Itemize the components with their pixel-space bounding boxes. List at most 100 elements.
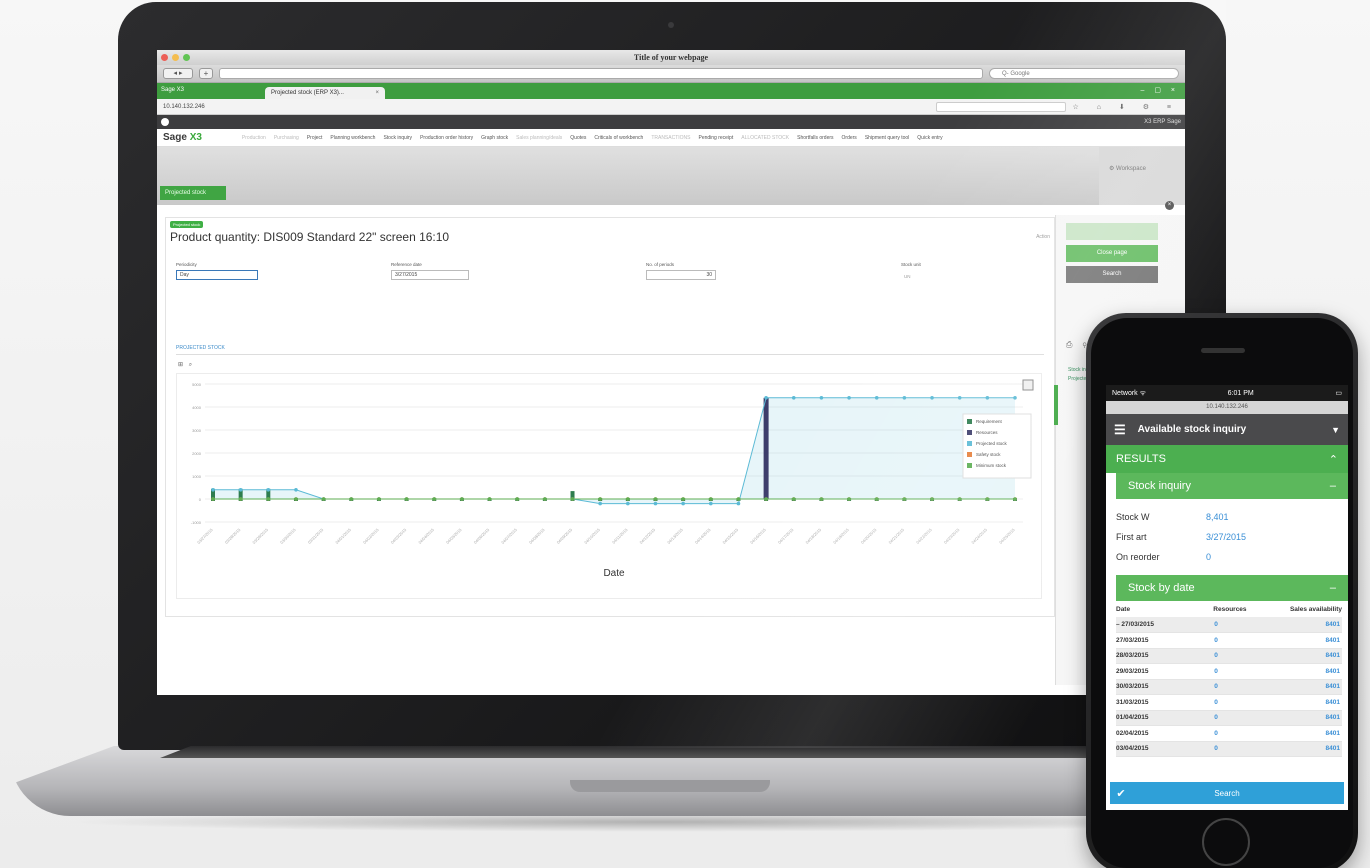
menu-item[interactable]: Quotes: [570, 135, 586, 141]
window-title: Title of your webpage: [633, 53, 709, 62]
cell-avail[interactable]: 8401: [1246, 694, 1342, 711]
table-row[interactable]: 30/03/2015 0 8401: [1116, 679, 1342, 695]
close-panel-icon[interactable]: ×: [1165, 201, 1174, 210]
hamburger-menu-icon[interactable]: ☰: [1114, 422, 1126, 438]
reference-date-field[interactable]: 3/27/2015: [391, 270, 469, 280]
app-logo-icon: [161, 118, 169, 126]
cell-res[interactable]: 0: [1185, 741, 1247, 757]
chart-tools-icons[interactable]: ⊞ ⌕: [178, 361, 194, 369]
table-row[interactable]: 29/03/2015 0 8401: [1116, 663, 1342, 680]
address-text[interactable]: 10.140.132.246: [163, 104, 930, 110]
cell-res[interactable]: 0: [1185, 648, 1247, 664]
table-row[interactable]: 31/03/2015 0 8401: [1116, 694, 1342, 711]
menu-item[interactable]: Orders: [842, 135, 857, 141]
menu-item[interactable]: Planning workbench: [330, 135, 375, 141]
menu-item[interactable]: Production order history: [420, 135, 473, 141]
stock-inquiry-header[interactable]: Stock inquiry –: [1116, 473, 1348, 499]
table-row[interactable]: 28/03/2015 0 8401: [1116, 648, 1342, 664]
table-row[interactable]: 03/04/2015 0 8401: [1116, 741, 1342, 757]
cell-res[interactable]: 0: [1185, 679, 1247, 695]
panel-toggle-handle[interactable]: [1054, 385, 1058, 425]
table-row[interactable]: – 27/03/2015 0 8401: [1116, 617, 1342, 633]
tab-projected-stock[interactable]: Projected stock (ERP X3)... ×: [265, 87, 385, 99]
data-point: [930, 396, 934, 400]
stock-by-date-header[interactable]: Stock by date –: [1116, 575, 1348, 601]
cell-avail[interactable]: 8401: [1246, 679, 1342, 695]
action-menu[interactable]: Action: [1036, 234, 1050, 240]
x-tick-label: 04/09/2015: [556, 527, 574, 545]
cell-avail[interactable]: 8401: [1246, 648, 1342, 664]
close-page-button[interactable]: Close page: [1066, 245, 1158, 262]
periodicity-select[interactable]: Day: [176, 270, 258, 280]
url-bar[interactable]: [219, 68, 983, 79]
menu-item[interactable]: TRANSACTIONS: [651, 135, 690, 141]
x-tick-label: 04/08/2015: [528, 527, 546, 545]
summary-value[interactable]: 3/27/2015: [1206, 532, 1246, 542]
menu-item[interactable]: ALLOCATED STOCK: [741, 135, 789, 141]
search-label: Search: [1214, 788, 1240, 798]
table-row[interactable]: 01/04/2015 0 8401: [1116, 710, 1342, 726]
search-button[interactable]: Search: [1066, 266, 1158, 283]
cell-res[interactable]: 0: [1185, 710, 1247, 726]
menu-item[interactable]: Shipment query tool: [865, 135, 909, 141]
x-tick-label: 04/24/2015: [970, 527, 988, 545]
data-point: [957, 396, 962, 400]
stock-by-date-table: Date Resources Sales availability – 27/0…: [1116, 601, 1342, 757]
cell-res[interactable]: 0: [1185, 632, 1247, 649]
menu-item[interactable]: Purchasing: [274, 135, 299, 141]
window-control-icons[interactable]: – ▢ ×: [1141, 86, 1179, 94]
phone-url[interactable]: 10.140.132.246: [1106, 401, 1348, 414]
cell-avail[interactable]: 8401: [1246, 710, 1342, 726]
browser-search-input[interactable]: Q- Google: [989, 68, 1179, 79]
menu-item[interactable]: Production: [242, 135, 266, 141]
summary-row: On reorder 0: [1106, 547, 1348, 567]
address-search-input[interactable]: [936, 101, 1067, 112]
cell-avail[interactable]: 8401: [1246, 663, 1342, 680]
laptop-screen: Title of your webpage ◂ ▸ + Q- Google Sa…: [157, 50, 1185, 695]
menu-item[interactable]: Stock inquiry: [383, 135, 412, 141]
cell-res[interactable]: 0: [1185, 617, 1247, 633]
x-tick-label: 04/11/2015: [611, 527, 629, 545]
menu-item[interactable]: Pending receipt: [698, 135, 733, 141]
results-header[interactable]: RESULTS ⌃: [1106, 445, 1348, 473]
projected-stock-ribbon-button[interactable]: Projected stock: [160, 186, 226, 200]
stock-inquiry-label: Stock inquiry: [1128, 480, 1191, 492]
menu-item[interactable]: Graph stock: [481, 135, 508, 141]
app-topbar-user[interactable]: X3 ERP Sage: [1144, 119, 1181, 125]
sage-tab-label[interactable]: Sage X3: [161, 87, 184, 93]
menu-item[interactable]: Sales planning/deals: [516, 135, 562, 141]
cell-avail[interactable]: 8401: [1246, 725, 1342, 742]
x-tick-label: 03/27/2015: [196, 527, 214, 545]
browser-action-icons[interactable]: ☆ ⌂ ⬇ ⚙ ≡: [1072, 103, 1179, 111]
menu-item[interactable]: Criticals of workbench: [594, 135, 643, 141]
side-blank-button[interactable]: [1066, 223, 1158, 240]
data-point: [460, 497, 464, 501]
summary-value[interactable]: 8,401: [1206, 512, 1229, 522]
new-tab-button[interactable]: +: [199, 68, 213, 79]
workspace-panel[interactable]: ⚙ Workspace: [1099, 147, 1185, 205]
cell-avail[interactable]: 8401: [1246, 617, 1342, 633]
home-button[interactable]: [1202, 818, 1250, 866]
num-periods-field[interactable]: 30: [646, 270, 716, 280]
cell-res[interactable]: 0: [1185, 694, 1247, 711]
legend-swatch: [967, 441, 972, 446]
menu-item[interactable]: Project: [307, 135, 323, 141]
menu-item[interactable]: Quick entry: [917, 135, 942, 141]
phone-search-button[interactable]: ✔ Search: [1110, 782, 1344, 804]
laptop-hinge: [160, 746, 1190, 758]
menu-item[interactable]: Shortfalls orders: [797, 135, 833, 141]
cell-avail[interactable]: 8401: [1246, 741, 1342, 757]
cell-avail[interactable]: 8401: [1246, 632, 1342, 649]
x-tick-label: 04/18/2015: [804, 527, 822, 545]
table-row[interactable]: 02/04/2015 0 8401: [1116, 725, 1342, 742]
table-body: – 27/03/2015 0 8401 27/03/2015 0 8401 28/03/20…: [1116, 617, 1342, 757]
cell-res[interactable]: 0: [1185, 663, 1247, 680]
back-forward-button[interactable]: ◂ ▸: [163, 68, 193, 79]
data-point: [515, 497, 520, 501]
summary-value[interactable]: 0: [1206, 552, 1211, 562]
x-tick-label: 04/13/2015: [666, 527, 684, 545]
table-row[interactable]: 27/03/2015 0 8401: [1116, 632, 1342, 649]
cell-res[interactable]: 0: [1185, 725, 1247, 742]
tab-close-icon[interactable]: ×: [375, 90, 379, 96]
chevron-down-icon[interactable]: ▼: [1331, 425, 1340, 435]
